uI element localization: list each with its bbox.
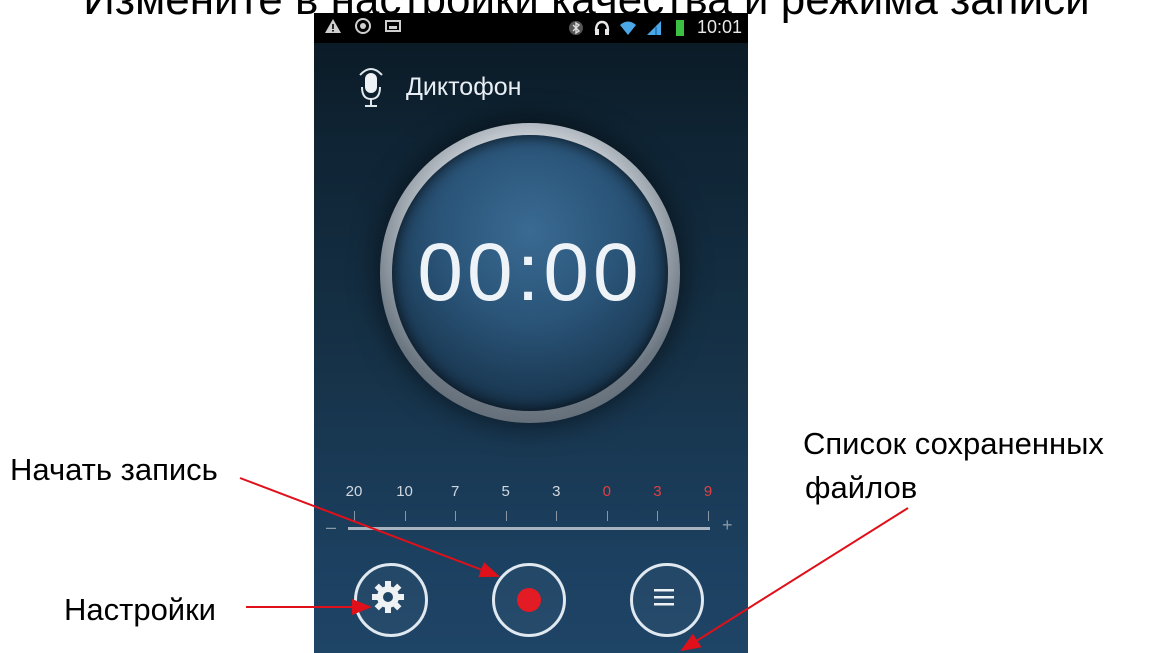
meter-label: 9 [703,483,713,500]
meter-tick [455,511,457,521]
bluetooth-icon [568,20,583,35]
image-icon [385,20,401,32]
gear-icon [372,581,404,613]
level-meter: 20 10 7 5 3 0 3 9 – + [314,483,748,553]
app-title: Диктофон [406,73,522,101]
recordings-list-button[interactable] [630,563,704,637]
annotation-record: Начать запись [10,452,218,487]
meter-label: 10 [396,483,413,500]
meter-minus: – [326,517,337,537]
microphone-icon [359,68,383,107]
annotation-saved-list-line2: файлов [805,470,918,505]
timer-dial: 00:00 [380,123,680,423]
status-bar: 10:01 [314,13,748,43]
app-bar: Диктофон [314,65,748,115]
meter-tick [708,511,709,521]
meter-scale-line [348,527,710,530]
meter-label: 20 [345,483,363,500]
status-time: 10:01 [696,17,742,37]
record-icon [517,588,541,612]
meter-tick [505,511,507,521]
record-button[interactable] [492,563,566,637]
meter-label: 7 [450,483,460,500]
signal-icon [646,20,661,35]
meter-tick [404,511,406,521]
meter-tick [606,511,608,521]
battery-icon [675,19,684,36]
settings-button[interactable] [354,563,428,637]
warning-icon [325,19,341,33]
phone-screen: 10:01 Диктофон 00:00 20 10 7 5 3 0 3 9 – + [314,13,748,653]
meter-tick [556,511,558,521]
meter-label: 3 [653,483,662,500]
meter-label: 5 [501,483,510,500]
meter-tick [354,511,355,521]
sync-icon [355,18,371,34]
meter-label: 0 [602,483,612,500]
meter-label: 3 [552,483,561,500]
annotation-saved-list-line1: Список сохраненных [803,426,1104,461]
meter-tick [657,511,659,521]
timer-display: 00:00 [417,227,643,318]
headset-icon [594,20,610,35]
list-icon [654,589,674,606]
wifi-icon [619,21,636,35]
meter-plus: + [722,515,733,535]
annotation-settings: Настройки [64,592,217,627]
